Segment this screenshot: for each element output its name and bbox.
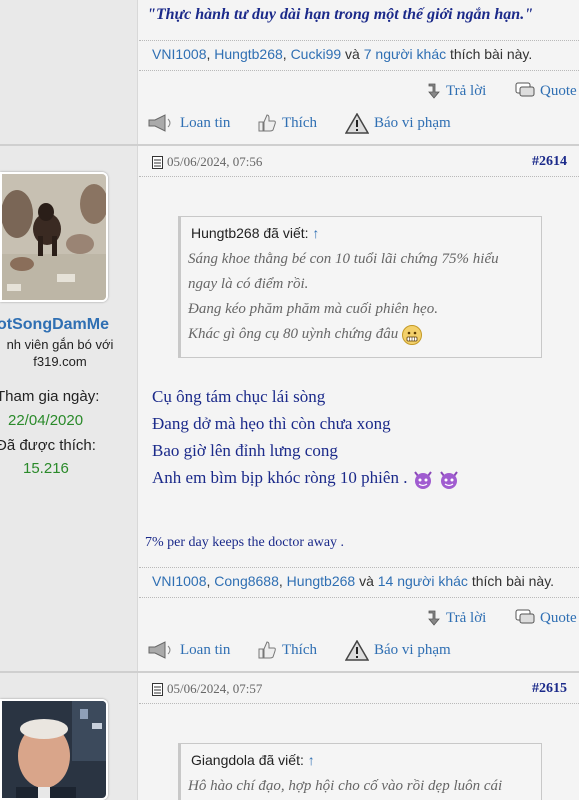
reply-button[interactable]: Trả lời (427, 82, 486, 100)
spam-label: Loan tin (180, 641, 231, 658)
divider (139, 70, 579, 71)
reply-icon (428, 83, 440, 99)
avatar[interactable] (0, 172, 108, 302)
liker-link[interactable]: Cong8688 (214, 573, 279, 589)
report-label: Báo vi phạm (374, 642, 451, 658)
devil-emoji-icon (440, 471, 458, 490)
divider (139, 567, 579, 568)
like-button[interactable]: Thích (257, 113, 317, 133)
like-label: Thích (282, 641, 317, 658)
spam-label: Loan tin (180, 114, 231, 131)
divider (139, 703, 579, 704)
post-timestamp: 05/06/2024, 07:56 (167, 154, 263, 169)
quote-block: Hungtb268 đã viết: ↑ Sáng khoe thằng bé … (178, 216, 542, 358)
warning-icon (345, 640, 369, 661)
quote-line: Hô hào chí đạo, hợp hội cho cố vào rồi d… (188, 778, 503, 794)
reply-button[interactable]: Trả lời (427, 609, 486, 627)
post-meta: 05/06/2024, 07:57 (152, 681, 262, 697)
liker-link[interactable]: Hungtb268 (214, 46, 283, 62)
signature-quote: "Thực hành tư duy dài hạn trong một thế … (147, 6, 534, 23)
quote-button[interactable]: Quote (515, 609, 577, 627)
avatar[interactable] (0, 699, 108, 800)
quote-author-name: Giangdola đã viết: (191, 752, 304, 768)
quote-line: Sáng khoe thằng bé con 10 tuổi lãi chứng… (188, 251, 499, 267)
quote-author: Giangdola đã viết: ↑ (181, 744, 541, 768)
like-label: Thích (282, 114, 317, 131)
liker-link[interactable]: VNI1008 (152, 573, 206, 589)
liker-link[interactable]: Cucki99 (291, 46, 342, 62)
quote-body: Hô hào chí đạo, hợp hội cho cố vào rồi d… (181, 768, 541, 800)
avatar-image (2, 174, 106, 300)
thumbs-up-icon (258, 641, 276, 659)
spam-button[interactable]: Loan tin (147, 640, 230, 660)
megaphone-icon (148, 114, 171, 132)
post-separator (0, 671, 579, 673)
likes-suffix: thích bài này. (471, 573, 555, 589)
document-icon (152, 682, 163, 696)
divider (139, 597, 579, 598)
like-button[interactable]: Thích (257, 640, 317, 660)
quote-jump-arrow[interactable]: ↑ (308, 752, 315, 768)
joined-value: 22/04/2020 (8, 412, 84, 429)
warning-icon (345, 113, 369, 134)
liker-link[interactable]: Hungtb268 (287, 573, 356, 589)
user-title-line: f319.com (33, 354, 87, 369)
post-meta: 05/06/2024, 07:56 (152, 154, 262, 170)
quote-label: Quote (540, 609, 577, 626)
spam-button[interactable]: Loan tin (147, 113, 230, 133)
post-timestamp: 05/06/2024, 07:57 (167, 681, 263, 696)
username-link[interactable]: otSongDamMe (0, 316, 109, 334)
quote-button[interactable]: Quote (515, 82, 577, 100)
report-button[interactable]: Báo vi phạm (345, 113, 451, 134)
user-title-line: nh viên gắn bó với (6, 337, 114, 352)
post-separator (0, 144, 579, 146)
quote-line: ngay là có điểm rồi. (188, 276, 309, 292)
quote-label: Quote (540, 82, 577, 99)
quote-block: Giangdola đã viết: ↑ Hô hào chí đạo, hợp… (178, 743, 542, 800)
avatar-image (2, 701, 106, 798)
quote-line: Khác gì ông cụ 80 uỳnh chứng đâu (188, 322, 541, 347)
thumbs-up-icon (258, 114, 276, 132)
likes-received-value: 15.216 (23, 460, 69, 477)
joined-label: Tham gia ngày: (0, 388, 100, 405)
likes-received-label: Đã được thích: (0, 437, 96, 454)
megaphone-icon (148, 641, 171, 659)
likes-others-link[interactable]: 14 người khác (378, 573, 468, 589)
quote-body: Sáng khoe thằng bé con 10 tuổi lãi chứng… (181, 241, 541, 355)
post-number[interactable]: #2615 (532, 681, 567, 697)
user-title: nh viên gắn bó với f319.com (0, 336, 120, 370)
likes-summary: VNI1008, Hungtb268, Cucki99 và 7 người k… (152, 46, 533, 62)
reply-label: Trả lời (446, 82, 487, 99)
divider (139, 176, 579, 177)
user-signature: 7% per day keeps the doctor away . (145, 535, 345, 550)
grimace-emoji-icon (401, 324, 422, 345)
post-line: Bao giờ lên đỉnh lưng cong (152, 441, 338, 460)
post-number[interactable]: #2614 (532, 154, 567, 170)
post-line: Anh em bìm bịp khóc ròng 10 phiên . (152, 464, 460, 491)
likes-others-link[interactable]: 7 người khác (364, 46, 446, 62)
divider (139, 40, 579, 41)
report-label: Báo vi phạm (374, 115, 451, 131)
post-line: Cụ ông tám chục lái sòng (152, 387, 326, 406)
devil-emoji-icon (413, 471, 432, 490)
reply-label: Trả lời (446, 609, 487, 626)
reply-icon (428, 610, 440, 626)
document-icon (152, 155, 163, 169)
likes-and: và (359, 573, 374, 589)
quote-author-name: Hungtb268 đã viết: (191, 225, 309, 241)
quote-line: Đang kéo phăm phăm mà cuối phiên hẹo. (188, 301, 438, 317)
report-button[interactable]: Báo vi phạm (345, 640, 451, 661)
quote-bubble-icon (515, 82, 535, 97)
liker-link[interactable]: VNI1008 (152, 46, 206, 62)
likes-summary: VNI1008, Cong8688, Hungtb268 và 14 người… (152, 573, 555, 589)
post-body: Cụ ông tám chục lái sòng Đang dở mà hẹo … (152, 383, 460, 491)
likes-and: và (345, 46, 360, 62)
quote-bubble-icon (515, 609, 535, 624)
quote-author: Hungtb268 đã viết: ↑ (181, 217, 541, 241)
quote-jump-arrow[interactable]: ↑ (312, 225, 319, 241)
post-line: Đang dở mà hẹo thì còn chưa xong (152, 414, 391, 433)
likes-suffix: thích bài này. (450, 46, 533, 62)
